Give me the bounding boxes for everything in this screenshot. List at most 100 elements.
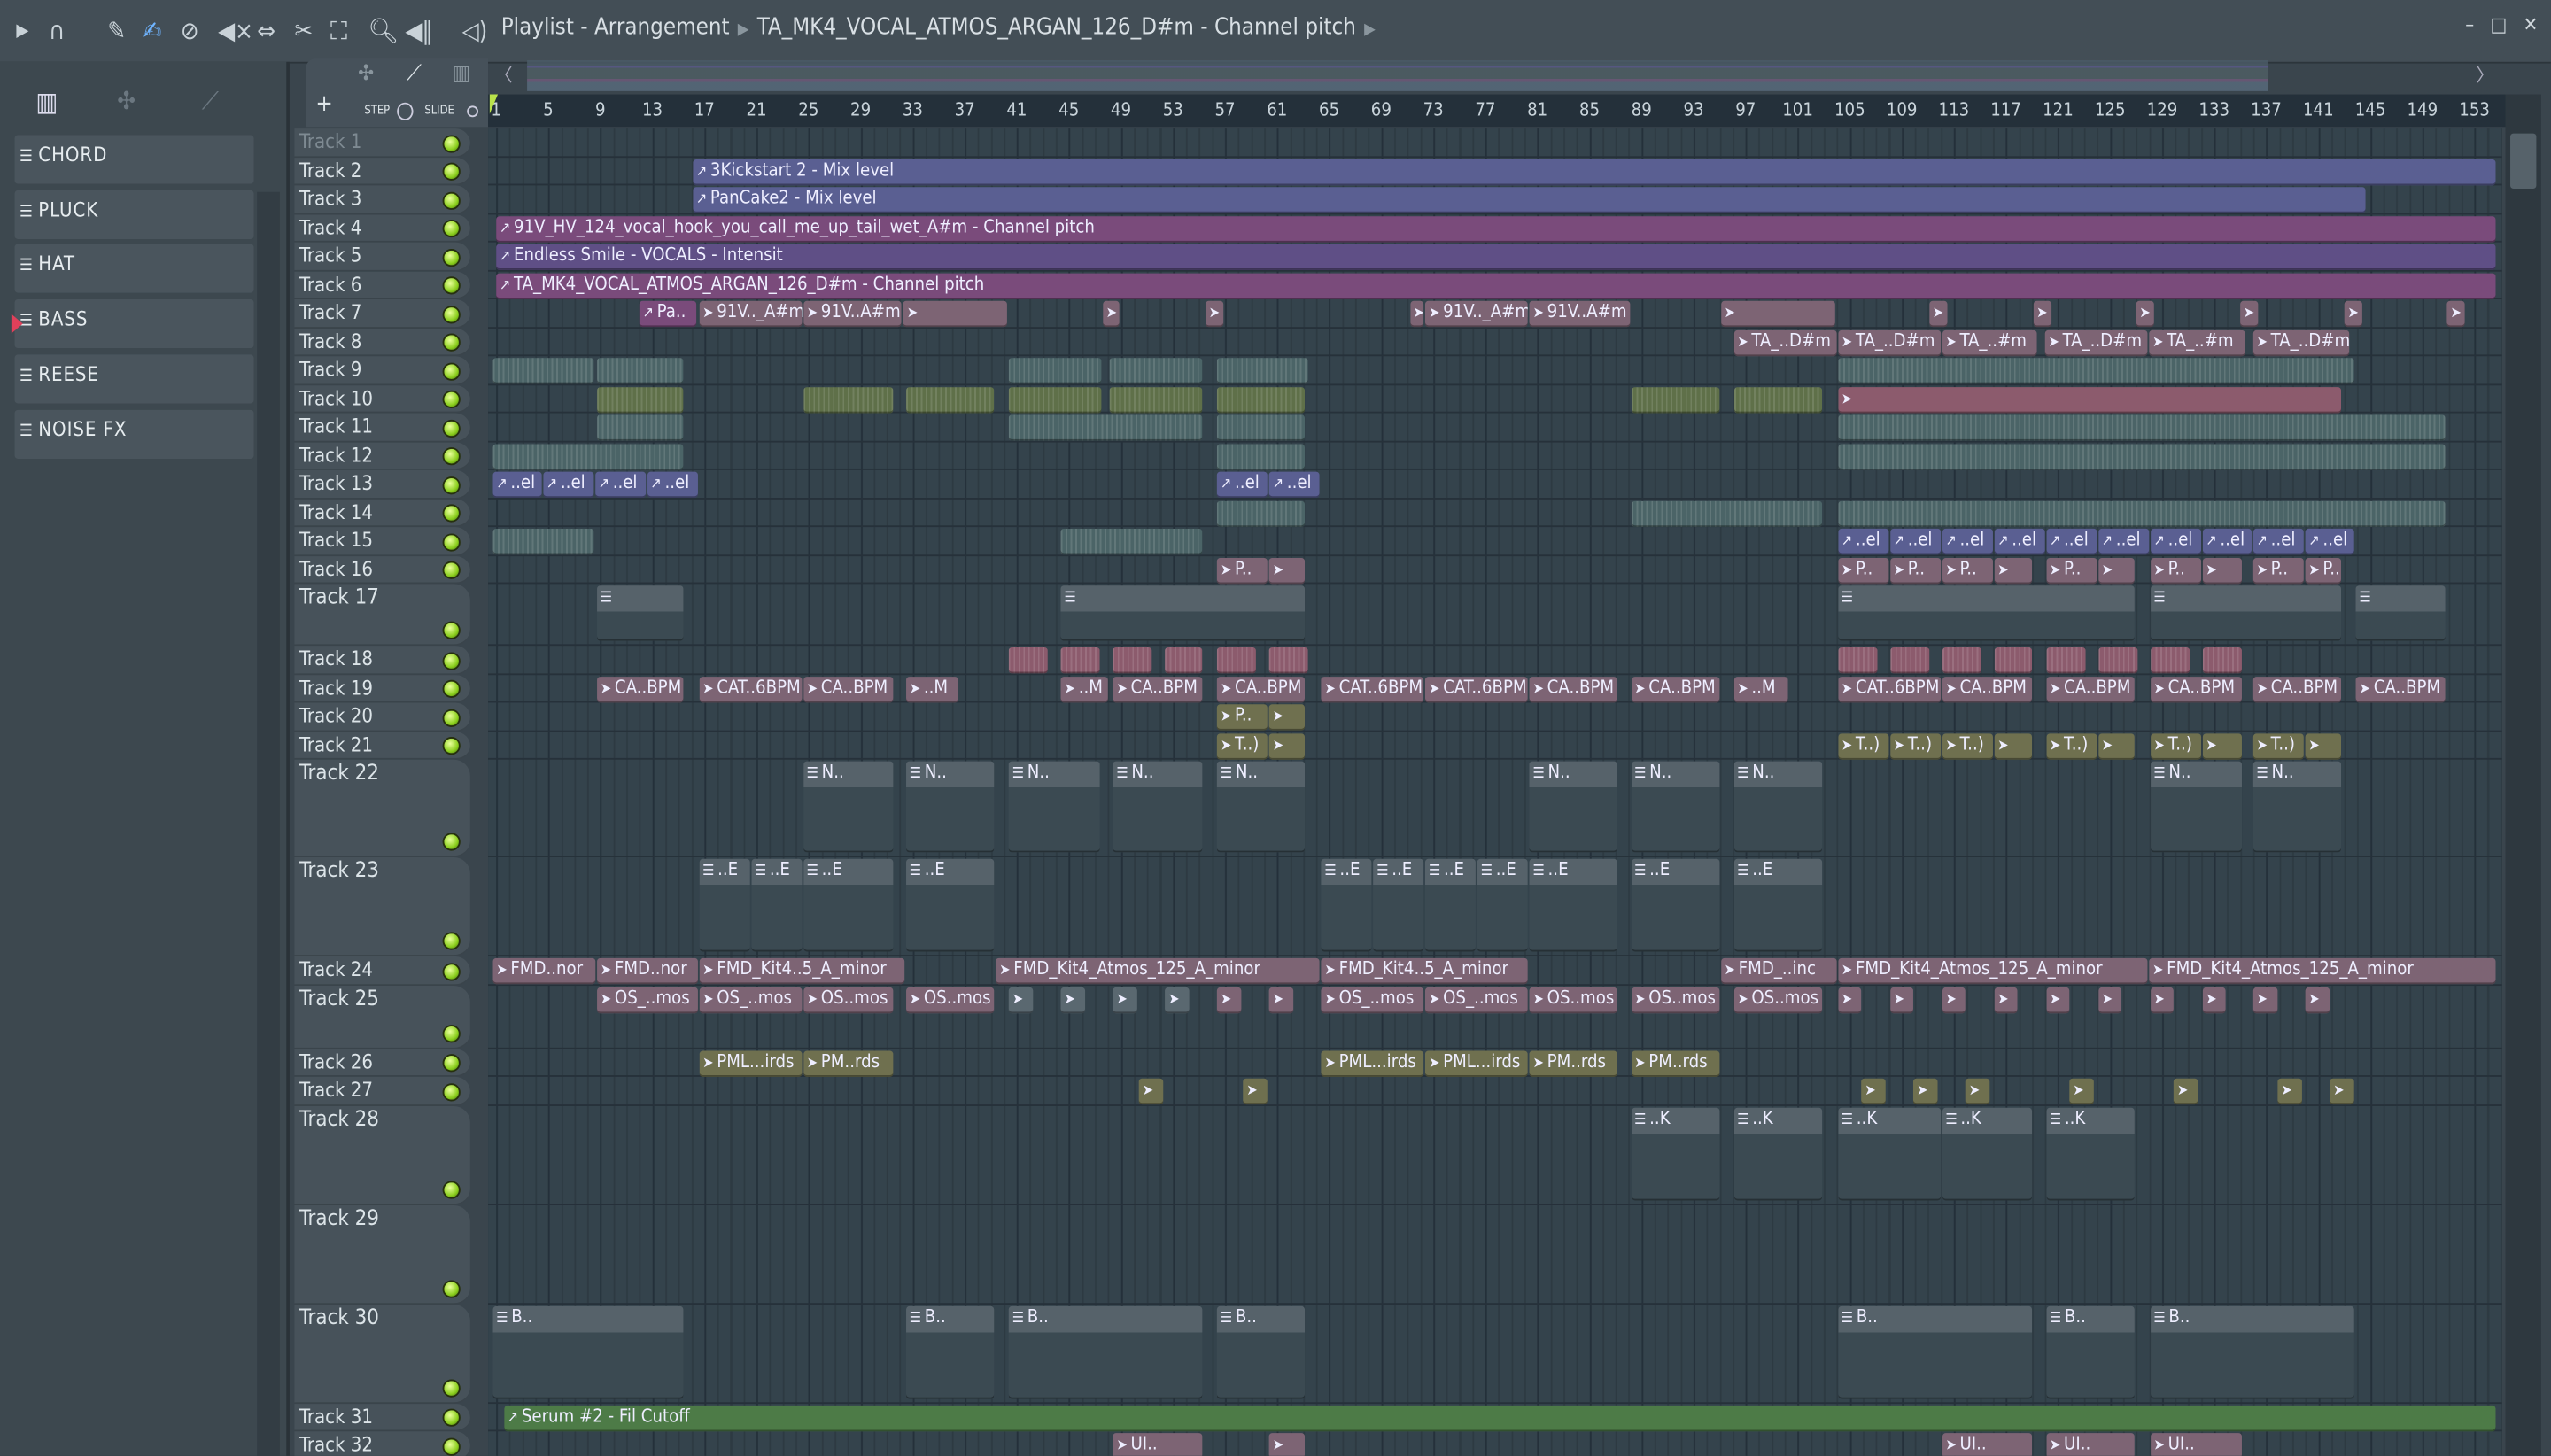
playlist-clip[interactable]: ☰ N.. <box>803 761 893 853</box>
playlist-clip[interactable]: ☰ ..K <box>1942 1106 2032 1200</box>
playlist-clip[interactable]: ☰ N.. <box>1529 761 1617 853</box>
playlist-clip[interactable]: ➤ <box>1268 986 1294 1013</box>
playlist-clip[interactable]: ☰ ..E <box>1425 858 1477 952</box>
select-icon[interactable]: ⛶ <box>330 15 347 48</box>
maximize-icon[interactable]: □ <box>2491 13 2508 36</box>
playlist-clip[interactable]: ➤ <box>2202 732 2242 759</box>
track-name[interactable]: Track 27 <box>299 1079 373 1102</box>
playlist-clip[interactable]: ➤ P.. <box>1217 704 1268 731</box>
playlist-clip[interactable]: ➤ PM..rds <box>1529 1049 1617 1076</box>
playlist-clip[interactable]: ➤ <box>1861 1078 1887 1105</box>
playlist-clip[interactable]: ➤ UI.. <box>2046 1433 2135 1456</box>
track-name[interactable]: Track 22 <box>299 762 379 786</box>
playlist-clip[interactable]: ↗ TA_MK4_VOCAL_ATMOS_ARGAN_126_D#m - Chan… <box>496 272 2496 299</box>
playlist-clip[interactable]: ➤ OS_..mos <box>699 986 803 1013</box>
playlist-clip[interactable]: ➤ CA..BPM <box>2252 676 2342 702</box>
playlist-clip[interactable]: ☰ ..E <box>1631 858 1719 952</box>
playlist-clip[interactable] <box>597 386 684 413</box>
playlist-clip[interactable]: ➤ <box>2174 1078 2198 1105</box>
playlist-clip[interactable]: ➤ CA..BPM <box>1529 676 1617 702</box>
playlist-clip[interactable]: ↗ 91V_HV_124_vocal_hook_you_call_me_up_ta… <box>496 215 2496 242</box>
playlist-clip[interactable]: ↗ ..el <box>1889 528 1941 555</box>
track-mute-led[interactable] <box>442 532 461 551</box>
playlist-clip[interactable]: ↗ 3Kickstart 2 - Mix level <box>693 159 2496 185</box>
playlist-clip[interactable]: ↗ ..el <box>543 471 594 499</box>
arrangement-overview[interactable] <box>527 59 2268 91</box>
track-mute-led[interactable] <box>442 276 461 295</box>
track-name[interactable]: Track 2 <box>299 159 361 182</box>
playlist-clip[interactable] <box>1217 414 1305 441</box>
playlist-clip[interactable]: ➤ <box>1243 1078 1268 1105</box>
playlist-clip[interactable] <box>597 358 684 384</box>
vertical-scrollbar[interactable] <box>2505 94 2541 1456</box>
track-name[interactable]: Track 23 <box>299 859 379 884</box>
playlist-clip[interactable]: ➤ UI.. <box>1113 1433 1203 1456</box>
playlist-clip[interactable]: ↗ ..el <box>2150 528 2201 555</box>
playlist-clip[interactable]: ➤ <box>1994 986 2018 1013</box>
playlist-clip[interactable]: ➤ <box>1838 386 2342 413</box>
breadcrumb-title[interactable]: Playlist - Arrangement <box>501 15 730 41</box>
playlist-clip[interactable]: ➤ <box>2097 986 2122 1013</box>
playlist-clip[interactable]: ➤ CA..BPM <box>803 676 893 702</box>
playlist-clip[interactable]: ☰ B.. <box>2046 1305 2135 1398</box>
close-icon[interactable]: ✕ <box>2524 13 2539 36</box>
track-header[interactable]: Track 2 <box>294 157 470 186</box>
track-header[interactable]: Track 3 <box>294 185 470 214</box>
track-header[interactable]: Track 31 <box>294 1403 470 1432</box>
playlist-clip[interactable]: ➤ P.. <box>2305 557 2342 584</box>
playlist-clip[interactable] <box>597 414 684 441</box>
playlist-clip[interactable]: ☰ B.. <box>1009 1305 1203 1398</box>
playlist-clip[interactable]: ➤ OS_..mos <box>597 986 698 1013</box>
playlist-clip[interactable]: ➤ P.. <box>2252 557 2304 584</box>
track-header[interactable]: Track 18 <box>294 646 470 675</box>
playlist-clip[interactable] <box>1942 647 1981 674</box>
playlist-clip[interactable] <box>1217 500 1305 527</box>
playlist-clip[interactable]: ➤ <box>1009 986 1034 1013</box>
track-name[interactable]: Track 18 <box>299 647 373 670</box>
playlist-clip[interactable]: ➤ ..M <box>1733 676 1788 702</box>
playlist-clip[interactable]: ↗ ..el <box>1942 528 1993 555</box>
playlist-clip[interactable]: ➤ <box>2097 557 2135 584</box>
playlist-clip[interactable] <box>492 443 684 469</box>
playlist-clip[interactable]: ➤ T..) <box>2046 732 2097 759</box>
playlist-clip[interactable]: ➤ <box>1268 732 1305 759</box>
playlist-clip[interactable] <box>1631 500 1823 527</box>
automation-icon[interactable]: ⟋ <box>202 86 219 115</box>
track-name[interactable]: Track 5 <box>299 244 361 267</box>
playlist-clip[interactable]: ➤ CA..BPM <box>1113 676 1203 702</box>
playlist-clip[interactable] <box>1009 647 1048 674</box>
playlist-clip[interactable]: ➤ CAT..6BPM <box>1425 676 1529 702</box>
playlist-clip[interactable]: ➤ <box>1113 986 1138 1013</box>
playlist-clip[interactable]: ➤ PM..rds <box>1631 1049 1719 1076</box>
playlist-clip[interactable]: ➤ P.. <box>2046 557 2097 584</box>
playlist-clip[interactable] <box>1109 358 1203 384</box>
playlist-clip[interactable]: ➤ P.. <box>1942 557 1993 584</box>
playlist-clip[interactable]: ➤ <box>903 300 1008 328</box>
pattern-item[interactable]: ☰ PLUCK <box>14 190 254 239</box>
track-name[interactable]: Track 29 <box>299 1206 379 1231</box>
track-name[interactable]: Track 16 <box>299 557 373 580</box>
track-header[interactable]: Track 11 <box>294 413 470 442</box>
track-header[interactable]: Track 15 <box>294 527 470 556</box>
track-mute-led[interactable] <box>442 1408 461 1427</box>
breadcrumb-current[interactable]: TA_MK4_VOCAL_ATMOS_ARGAN_126_D#m - Chann… <box>757 15 1356 41</box>
track-mute-led[interactable] <box>442 476 461 494</box>
playlist-clip[interactable]: ➤ OS..mos <box>1631 986 1719 1013</box>
track-header[interactable]: Track 19 <box>294 674 470 703</box>
playlist-clip[interactable]: ↗ Serum #2 - Fil Cutoff <box>504 1404 2496 1431</box>
track-name[interactable]: Track 19 <box>299 676 373 699</box>
track-header[interactable]: Track 9 <box>294 356 470 385</box>
playlist-clip[interactable]: ➤ FMD..nor <box>492 957 596 985</box>
playlist-clip[interactable] <box>1838 358 2355 384</box>
playlist-clip[interactable]: ➤ PML...irds <box>1321 1049 1424 1076</box>
playlist-clip[interactable]: ➤ P.. <box>1889 557 1941 584</box>
track-mute-led[interactable] <box>442 833 461 851</box>
playlist-clip[interactable]: ➤ ..M <box>1060 676 1108 702</box>
playlist-clip[interactable] <box>1060 647 1100 674</box>
play-arrow-icon[interactable]: ▶ <box>16 15 28 48</box>
track-name[interactable]: Track 32 <box>299 1433 373 1456</box>
playlist-clip[interactable]: ➤ CA..BPM <box>597 676 684 702</box>
playlist-clip[interactable]: ☰ ..K <box>1631 1106 1719 1200</box>
playlist-clip[interactable]: ↗ ..el <box>2252 528 2304 555</box>
delete-icon[interactable]: ⊘ <box>181 15 199 48</box>
